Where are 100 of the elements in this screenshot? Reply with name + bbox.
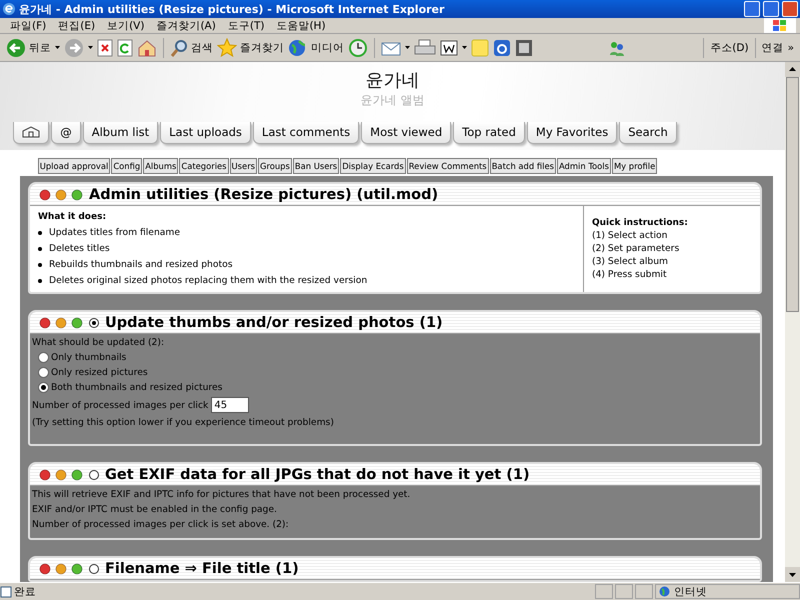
site-subtitle: 윤가네 앨범 [360,92,424,109]
admin-menu-button[interactable]: My profile [612,158,658,174]
option-label: Only resized pictures [51,367,148,378]
menu-item[interactable]: 보기(V) [101,18,150,32]
panel-title: Filename ⇒ File title (1) [105,560,299,576]
bullet-icon [38,262,42,266]
admin-menu-button[interactable]: Categories [179,158,229,174]
menu-item[interactable]: 편집(E) [52,18,102,32]
more-button[interactable]: » [788,42,794,54]
admin-menu-button[interactable]: Admin Tools [556,158,611,174]
window-dots-icon [39,562,83,574]
description-text: This will retrieve EXIF and IPTC info for pictures that have not been processed yet. [32,489,412,500]
media-button[interactable]: 미디어 [288,38,344,57]
caret-icon[interactable] [462,46,467,49]
printer-icon[interactable] [414,38,436,56]
admin-menu-button[interactable]: Users [230,158,257,174]
radio-button[interactable] [38,352,49,363]
scrollbar[interactable] [785,62,800,582]
status-bar-panel [615,584,633,599]
admin-menu-button[interactable]: Upload approval [38,158,110,174]
admin-menu-button[interactable]: Display Ecards [340,158,406,174]
window-dots-icon [39,316,83,328]
word-document-icon[interactable] [440,40,458,56]
stop-icon[interactable] [97,38,113,56]
instruction-step: (3) Select album [592,256,752,267]
option-label: Only thumbnails [51,352,126,363]
nav-tab[interactable]: Album list [82,122,158,144]
home-icon[interactable] [137,38,157,56]
house-icon [22,126,40,138]
menu-item[interactable]: 파일(F) [4,18,52,32]
caret-icon[interactable] [405,46,410,49]
nav-tab[interactable]: Top rated [453,122,525,144]
globe-icon [659,586,670,597]
section-heading: Quick instructions: [592,218,689,228]
home-tab[interactable] [13,122,50,144]
description-text: EXIF and/or IPTC must be enabled in the config page. [32,504,278,515]
close-button[interactable] [782,1,798,17]
menu-item[interactable]: 도움말(H) [270,18,332,32]
search-button[interactable]: 검색 [170,38,213,56]
restore-button[interactable] [763,1,779,17]
scrollbar-thumb[interactable] [786,77,799,312]
prompt-text: What should be updated (2): [32,337,166,348]
history-icon[interactable] [348,38,368,57]
panel-title: Update thumbs and/or resized photos (1) [105,314,443,330]
nav-tab[interactable]: My Favorites [526,122,618,144]
admin-menu-button[interactable]: Review Comments [406,158,489,174]
links-button[interactable]: 연결 [762,40,784,54]
refresh-icon[interactable] [117,38,133,56]
radio-button[interactable] [38,382,49,393]
status-bar-panel [635,584,653,599]
caret-icon[interactable] [88,46,93,49]
admin-menu-button[interactable]: Config [111,158,142,174]
menu-item[interactable]: 즐겨찾기(A) [150,18,222,32]
list-item: Rebuilds thumbnails and resized photos [49,259,233,270]
nav-tab[interactable]: @ [51,122,81,144]
status-text: 완료 [14,584,36,598]
list-item: Updates titles from filename [49,227,180,238]
nav-tab[interactable]: Search [619,122,677,144]
back-button[interactable]: 뒤로 [6,38,51,58]
bullet-icon [38,246,42,250]
status-bar-panel [595,584,613,599]
mail-icon[interactable] [381,40,401,56]
security-zone: 인터넷 [655,584,800,599]
list-item: Deletes titles [49,243,110,254]
page-icon [0,586,12,598]
bullet-icon [38,230,42,234]
note-text: (Try setting this option lower if you experience timeout problems) [32,417,335,428]
admin-menu-button[interactable]: Batch add files [490,158,556,174]
radio-button[interactable] [89,564,99,574]
nav-tab[interactable]: Last comments [252,122,360,144]
caret-icon[interactable] [55,46,60,49]
nav-tab[interactable]: Last uploads [160,122,251,144]
globe-icon [288,38,308,57]
panel-title: Get EXIF data for all JPGs that do not have it yet (1) [105,466,530,482]
input-field[interactable]: 45 [211,397,250,413]
ie-logo-icon [2,2,16,16]
app-icon[interactable] [493,38,511,56]
site-title: 윤가네 [366,69,420,92]
admin-menu-button[interactable]: Ban Users [292,158,340,174]
favorites-button[interactable]: 즐겨찾기 [217,38,284,57]
admin-menu-button[interactable]: Albums [143,158,178,174]
instruction-step: (1) Select action [592,230,752,241]
window-dots-icon [39,188,83,200]
radio-button[interactable] [38,367,49,378]
option-label: Both thumbnails and resized pictures [51,382,222,393]
instruction-step: (4) Press submit [592,269,752,280]
menu-item[interactable]: 도구(T) [222,18,270,32]
section-heading: What it does: [38,212,108,222]
nav-tab[interactable]: Most viewed [361,122,452,144]
panel-title: Admin utilities (Resize pictures) (util.mod) [89,186,438,202]
instruction-step: (2) Set parameters [592,243,752,254]
star-icon [217,38,237,57]
minimize-button[interactable] [744,1,760,17]
radio-button[interactable] [89,318,99,328]
field-label: Number of processed images per click [32,400,208,410]
list-item: Deletes original sized photos replacing them with the resized version [49,275,368,286]
admin-menu-button[interactable]: Groups [258,158,292,174]
radio-button[interactable] [89,470,99,480]
window-dots-icon [39,468,83,480]
description-text: Number of processed images per click is set above. (2): [32,519,290,530]
